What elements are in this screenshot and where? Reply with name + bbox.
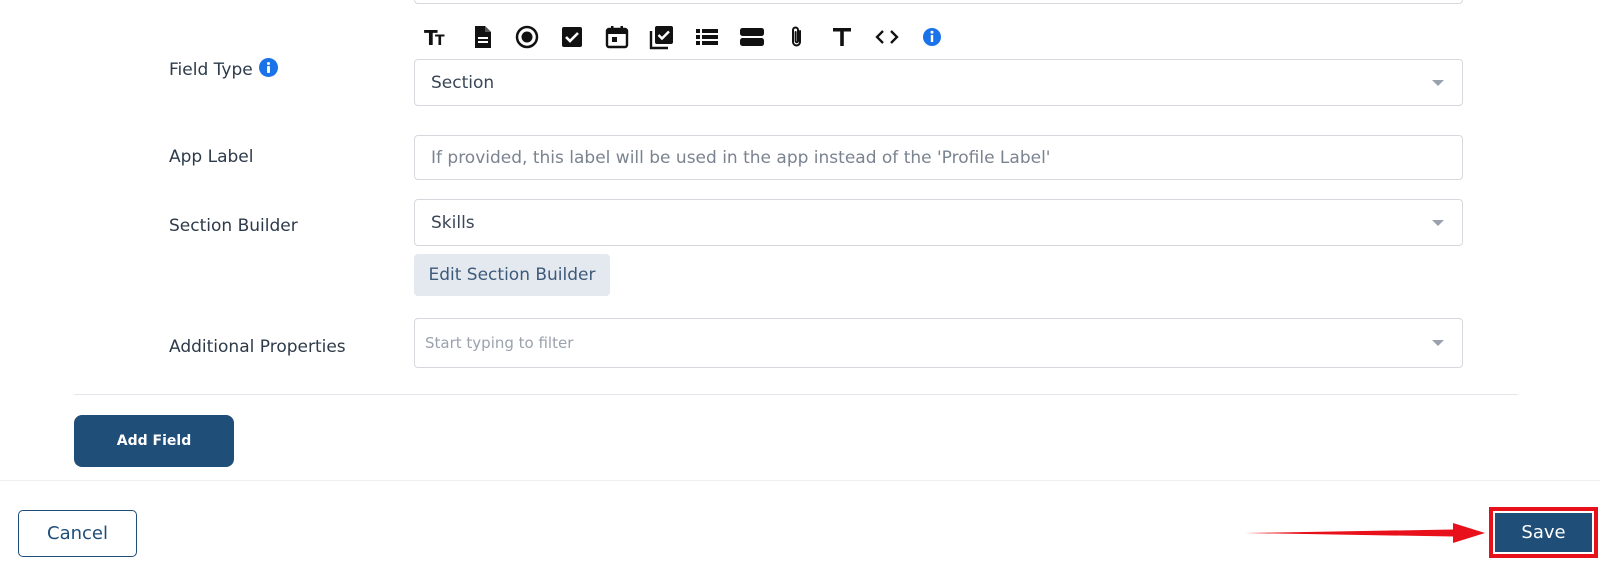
additional-properties-placeholder: Start typing to filter xyxy=(425,334,574,352)
chevron-down-icon xyxy=(1432,340,1444,346)
chevron-down-icon xyxy=(1432,79,1444,86)
code-icon[interactable] xyxy=(864,23,909,51)
app-label-input[interactable]: If provided, this label will be used in … xyxy=(414,135,1463,180)
section-builder-label: Section Builder xyxy=(169,216,298,236)
field-type-label: Field Type xyxy=(169,58,278,80)
field-type-label-text: Field Type xyxy=(169,60,253,80)
field-type-value: Section xyxy=(431,72,495,93)
add-field-button[interactable]: Add Field xyxy=(74,415,234,467)
paperclip-icon[interactable] xyxy=(774,23,819,51)
section-builder-select[interactable]: Skills xyxy=(414,199,1463,246)
section-builder-value: Skills xyxy=(431,212,475,233)
multi-checkbox-icon[interactable] xyxy=(639,23,684,51)
previous-input-edge xyxy=(414,0,1463,4)
app-label-placeholder: If provided, this label will be used in … xyxy=(431,147,1051,168)
footer-divider xyxy=(0,480,1600,481)
cancel-button[interactable]: Cancel xyxy=(18,510,137,557)
chevron-down-icon xyxy=(1432,219,1444,226)
document-icon[interactable] xyxy=(459,23,504,51)
info-icon[interactable] xyxy=(258,58,278,77)
list-icon[interactable] xyxy=(684,23,729,51)
additional-properties-label: Additional Properties xyxy=(169,337,346,357)
edit-section-builder-button[interactable]: Edit Section Builder xyxy=(414,254,610,296)
field-type-toolbar: TT xyxy=(414,23,954,51)
arrow-annotation xyxy=(1245,523,1485,543)
section-icon[interactable] xyxy=(729,23,774,51)
app-label-label: App Label xyxy=(169,147,254,167)
checkbox-icon[interactable] xyxy=(549,23,594,51)
text-size-icon[interactable]: TT xyxy=(414,23,459,51)
save-button[interactable]: Save xyxy=(1495,513,1592,552)
calendar-icon[interactable] xyxy=(594,23,639,51)
divider xyxy=(74,394,1518,395)
field-type-select[interactable]: Section xyxy=(414,59,1463,106)
additional-properties-input[interactable]: Start typing to filter xyxy=(414,318,1463,368)
svg-text:T: T xyxy=(435,33,445,49)
radio-icon[interactable] xyxy=(504,23,549,51)
text-icon[interactable] xyxy=(819,23,864,51)
info-icon[interactable] xyxy=(909,23,954,51)
